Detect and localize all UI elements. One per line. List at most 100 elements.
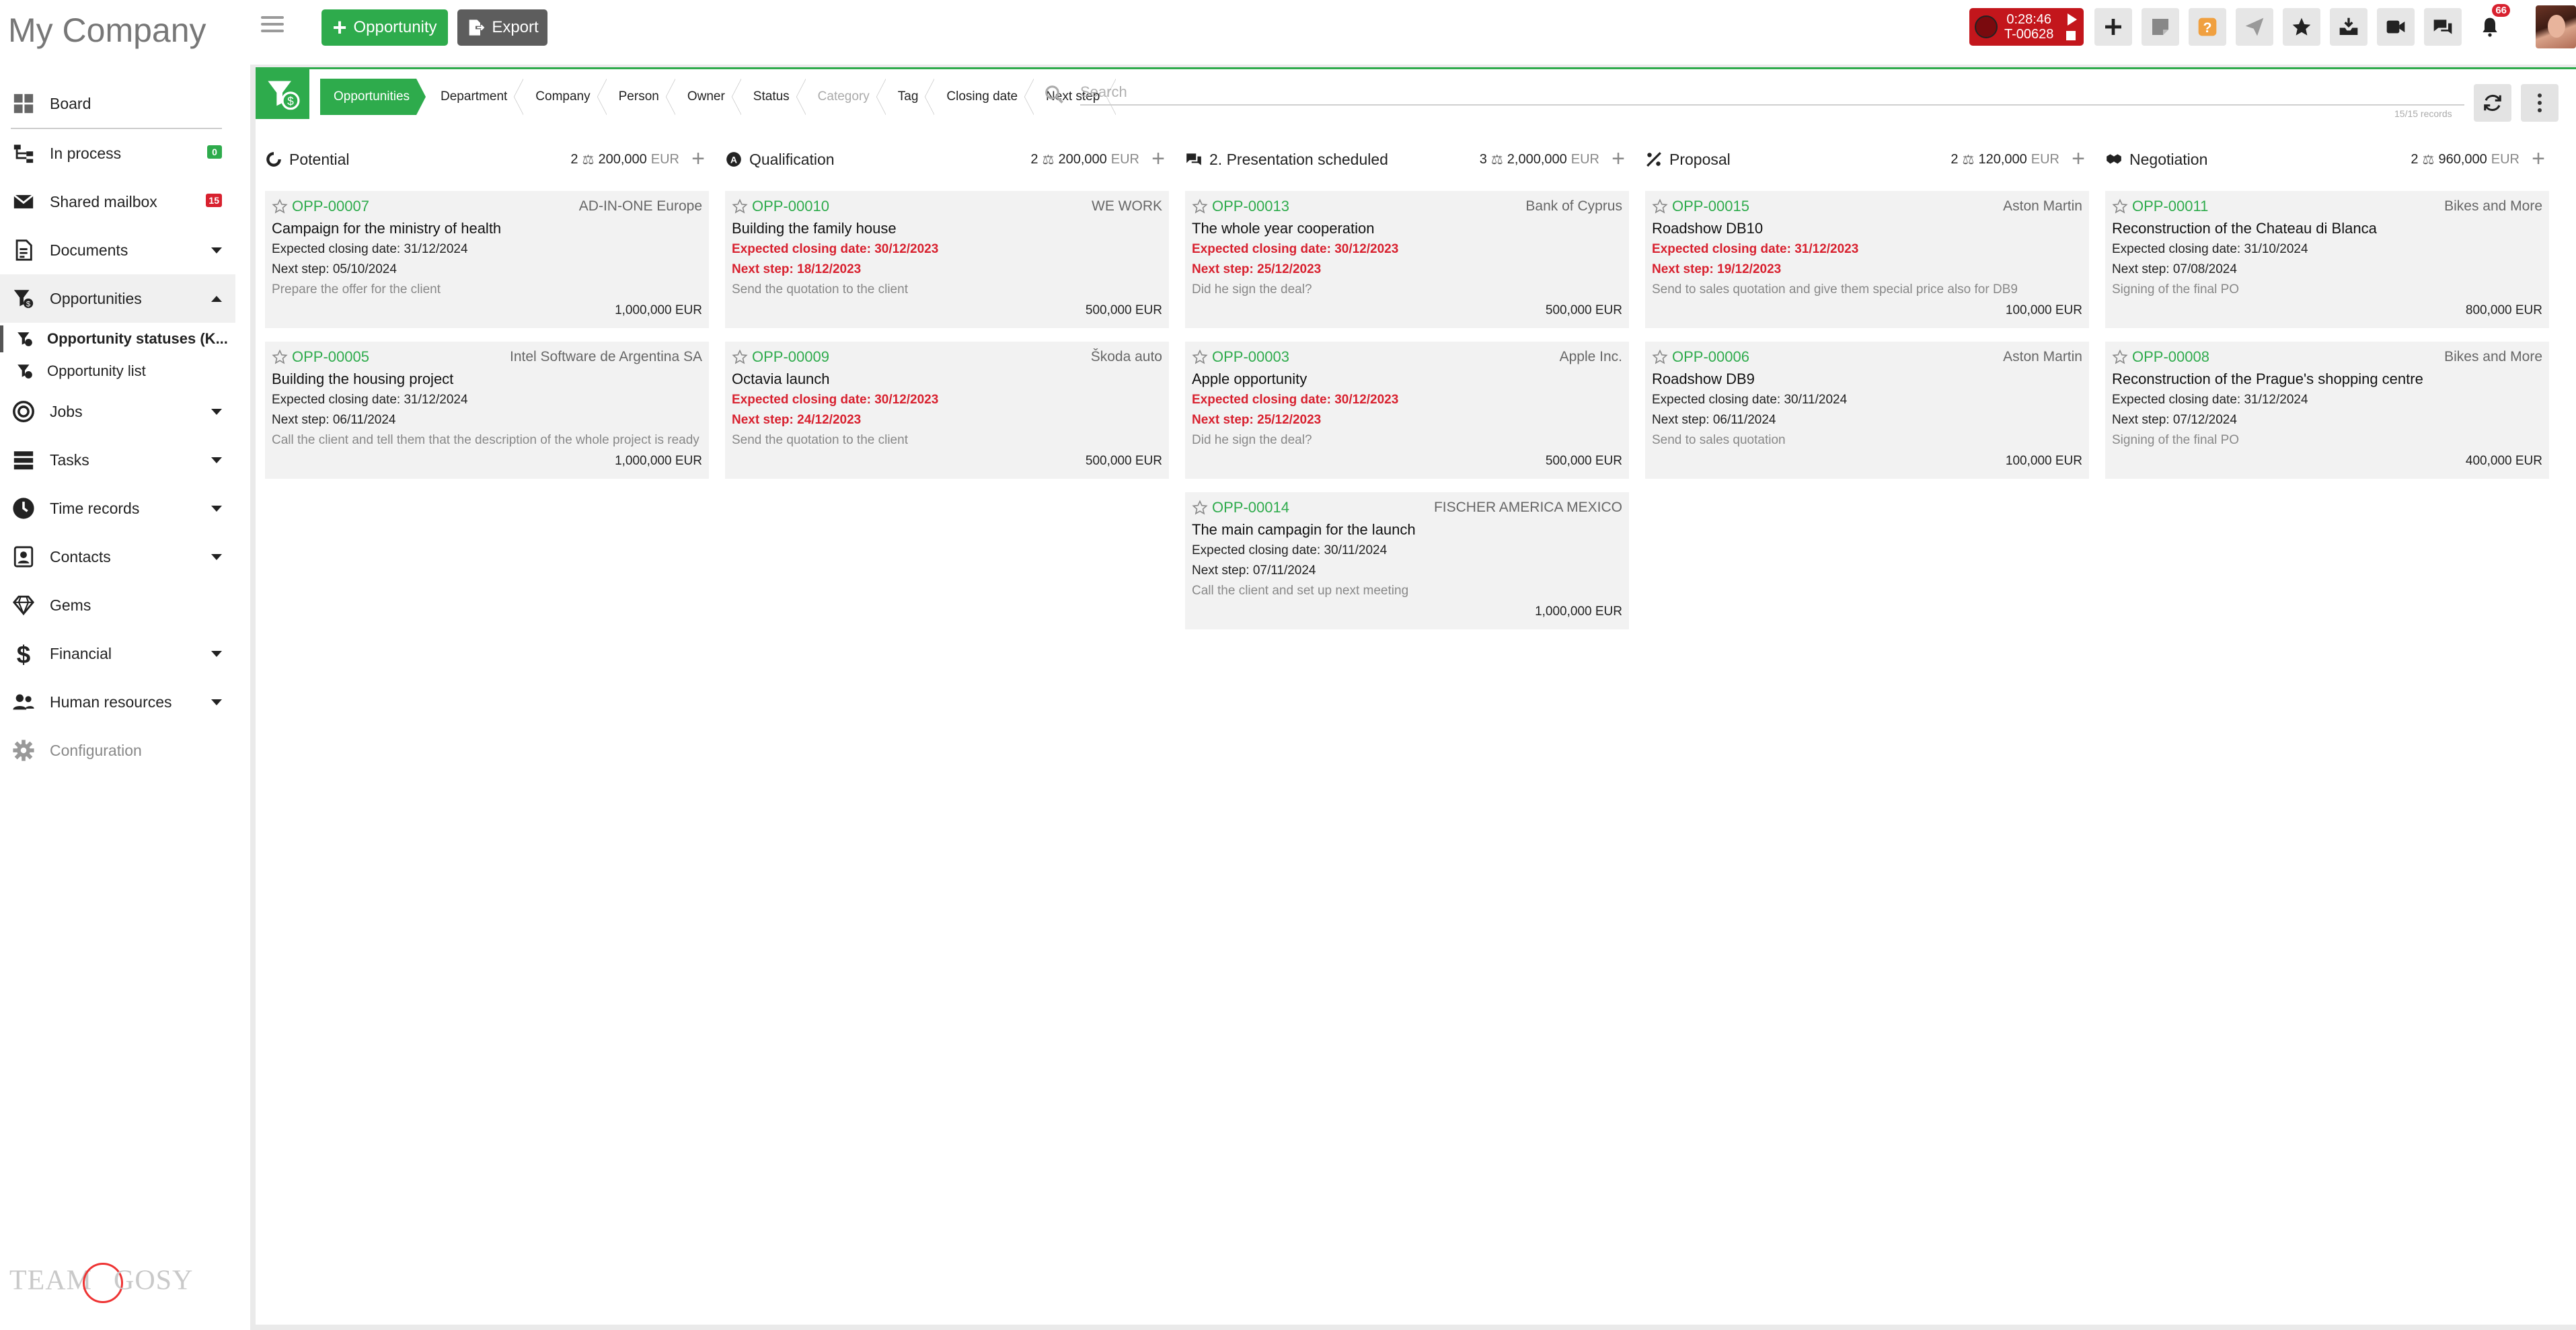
- opportunity-code-link[interactable]: OPP-00011: [2132, 198, 2208, 215]
- company-name[interactable]: My Company: [8, 11, 206, 50]
- opportunity-card[interactable]: OPP-00008 Bikes and More Reconstruction of…: [2105, 342, 2549, 479]
- opportunity-code-link[interactable]: OPP-00014: [1212, 499, 1289, 516]
- star-icon[interactable]: [732, 198, 748, 214]
- sidebar-item-financial[interactable]: $ Financial: [0, 629, 235, 678]
- company-name-link[interactable]: Bikes and More: [2444, 198, 2542, 214]
- opportunity-card[interactable]: OPP-00015 Aston Martin Roadshow DB10 Expect…: [1645, 191, 2089, 328]
- opportunity-code-link[interactable]: OPP-00007: [292, 198, 369, 215]
- chevron-down-icon[interactable]: [211, 409, 222, 415]
- sidebar-subitem-opportunity-statuses[interactable]: Opportunity statuses (K...: [0, 323, 235, 355]
- star-icon[interactable]: [1192, 198, 1208, 214]
- opportunity-code-link[interactable]: OPP-00013: [1212, 198, 1289, 215]
- filter-crumb-person[interactable]: Person: [607, 79, 676, 115]
- sidebar-item-human-resources[interactable]: Human resources: [0, 678, 235, 726]
- company-name-link[interactable]: Bikes and More: [2444, 349, 2542, 365]
- sidebar-item-gems[interactable]: Gems: [0, 581, 235, 629]
- company-name-link[interactable]: Aston Martin: [2003, 198, 2082, 214]
- add-button[interactable]: [2094, 8, 2132, 46]
- star-icon[interactable]: [272, 198, 288, 214]
- star-icon[interactable]: [1652, 349, 1668, 365]
- chevron-up-icon[interactable]: [211, 296, 222, 302]
- opportunity-card[interactable]: OPP-00009 Škoda auto Octavia launch Expecte…: [725, 342, 1169, 479]
- opportunity-code-link[interactable]: OPP-00010: [752, 198, 829, 215]
- add-card-button[interactable]: +: [1612, 147, 1625, 170]
- company-name-link[interactable]: FISCHER AMERICA MEXICO: [1434, 500, 1622, 516]
- star-icon[interactable]: [1652, 198, 1668, 214]
- opportunity-code-link[interactable]: OPP-00005: [292, 348, 369, 366]
- opportunity-card[interactable]: OPP-00005 Intel Software de Argentina SA B…: [265, 342, 709, 479]
- filter-crumb-category[interactable]: Category: [806, 79, 886, 115]
- filter-crumb-status[interactable]: Status: [741, 79, 806, 115]
- inbox-button[interactable]: [2330, 8, 2367, 46]
- filter-crumb-owner[interactable]: Owner: [675, 79, 741, 115]
- chevron-down-icon[interactable]: [211, 506, 222, 512]
- add-card-button[interactable]: +: [2532, 147, 2545, 170]
- filter-crumb-closing-date[interactable]: Closing date: [934, 79, 1034, 115]
- opportunity-card[interactable]: OPP-00014 FISCHER AMERICA MEXICO The main …: [1185, 492, 1629, 629]
- more-options-button[interactable]: [2521, 84, 2559, 122]
- company-name-link[interactable]: AD-IN-ONE Europe: [579, 198, 702, 214]
- chat-button[interactable]: [2424, 8, 2462, 46]
- send-button[interactable]: [2236, 8, 2273, 46]
- star-icon[interactable]: [272, 349, 288, 365]
- chevron-down-icon[interactable]: [211, 651, 222, 657]
- opportunity-code-link[interactable]: OPP-00008: [2132, 348, 2209, 366]
- filter-crumb-company[interactable]: Company: [523, 79, 607, 115]
- opportunity-code-link[interactable]: OPP-00006: [1672, 348, 1749, 366]
- company-name-link[interactable]: WE WORK: [1092, 198, 1162, 214]
- add-card-button[interactable]: +: [1151, 147, 1165, 170]
- video-button[interactable]: [2377, 8, 2415, 46]
- sidebar-item-board[interactable]: Board: [0, 79, 235, 128]
- help-button[interactable]: ?: [2189, 8, 2226, 46]
- sidebar-item-in-process[interactable]: In process 0: [0, 129, 235, 178]
- user-avatar[interactable]: [2536, 5, 2576, 48]
- add-card-button[interactable]: +: [2072, 147, 2085, 170]
- filter-funnel-icon[interactable]: $: [256, 69, 309, 119]
- company-name-link[interactable]: Bank of Cyprus: [1525, 198, 1622, 214]
- star-icon[interactable]: [1192, 500, 1208, 516]
- star-icon[interactable]: [2112, 198, 2128, 214]
- star-icon[interactable]: [2112, 349, 2128, 365]
- opportunity-card[interactable]: OPP-00003 Apple Inc. Apple opportunity Expe…: [1185, 342, 1629, 479]
- opportunity-card[interactable]: OPP-00013 Bank of Cyprus The whole year co…: [1185, 191, 1629, 328]
- refresh-button[interactable]: [2474, 84, 2511, 122]
- company-name-link[interactable]: Intel Software de Argentina SA: [510, 349, 702, 365]
- search-input[interactable]: [1080, 80, 2464, 106]
- opportunity-code-link[interactable]: OPP-00015: [1672, 198, 1749, 215]
- chevron-down-icon[interactable]: [211, 699, 222, 705]
- chevron-down-icon[interactable]: [211, 247, 222, 253]
- star-icon[interactable]: [732, 349, 748, 365]
- star-icon[interactable]: [1192, 349, 1208, 365]
- sidebar-item-documents[interactable]: Documents: [0, 226, 235, 274]
- opportunity-code-link[interactable]: OPP-00009: [752, 348, 829, 366]
- favorites-button[interactable]: [2283, 8, 2320, 46]
- add-card-button[interactable]: +: [691, 147, 705, 170]
- opportunity-card[interactable]: OPP-00006 Aston Martin Roadshow DB9 Expecte…: [1645, 342, 2089, 479]
- export-button[interactable]: Export: [457, 9, 547, 46]
- company-name-link[interactable]: Apple Inc.: [1560, 349, 1622, 365]
- opportunity-card[interactable]: OPP-00011 Bikes and More Reconstruction of…: [2105, 191, 2549, 328]
- chevron-down-icon[interactable]: [211, 554, 222, 560]
- sidebar-subitem-opportunity-list[interactable]: Opportunity list: [0, 355, 235, 387]
- sidebar-item-shared-mailbox[interactable]: Shared mailbox 15: [0, 178, 235, 226]
- chevron-down-icon[interactable]: [211, 457, 222, 463]
- sidebar-item-jobs[interactable]: Jobs: [0, 387, 235, 436]
- filter-crumb-opportunities[interactable]: Opportunities: [320, 79, 426, 115]
- sidebar-item-contacts[interactable]: Contacts: [0, 533, 235, 581]
- company-name-link[interactable]: Škoda auto: [1091, 349, 1162, 365]
- sidebar-item-opportunities[interactable]: $ Opportunities: [0, 274, 235, 323]
- sidebar-item-configuration[interactable]: Configuration: [0, 726, 235, 775]
- notifications-button[interactable]: 66: [2471, 4, 2510, 46]
- play-icon[interactable]: [2068, 13, 2077, 26]
- opportunity-card[interactable]: OPP-00007 AD-IN-ONE Europe Campaign for th…: [265, 191, 709, 328]
- menu-icon[interactable]: [261, 16, 284, 35]
- company-name-link[interactable]: Aston Martin: [2003, 349, 2082, 365]
- stop-icon[interactable]: [2066, 31, 2076, 40]
- sidebar-item-tasks[interactable]: Tasks: [0, 436, 235, 484]
- filter-crumb-department[interactable]: Department: [428, 79, 524, 115]
- opportunity-card[interactable]: OPP-00010 WE WORK Building the family hous…: [725, 191, 1169, 328]
- sidebar-item-time-records[interactable]: Time records: [0, 484, 235, 533]
- add-opportunity-button[interactable]: + Opportunity: [321, 9, 448, 46]
- notes-button[interactable]: [2142, 8, 2179, 46]
- opportunity-code-link[interactable]: OPP-00003: [1212, 348, 1289, 366]
